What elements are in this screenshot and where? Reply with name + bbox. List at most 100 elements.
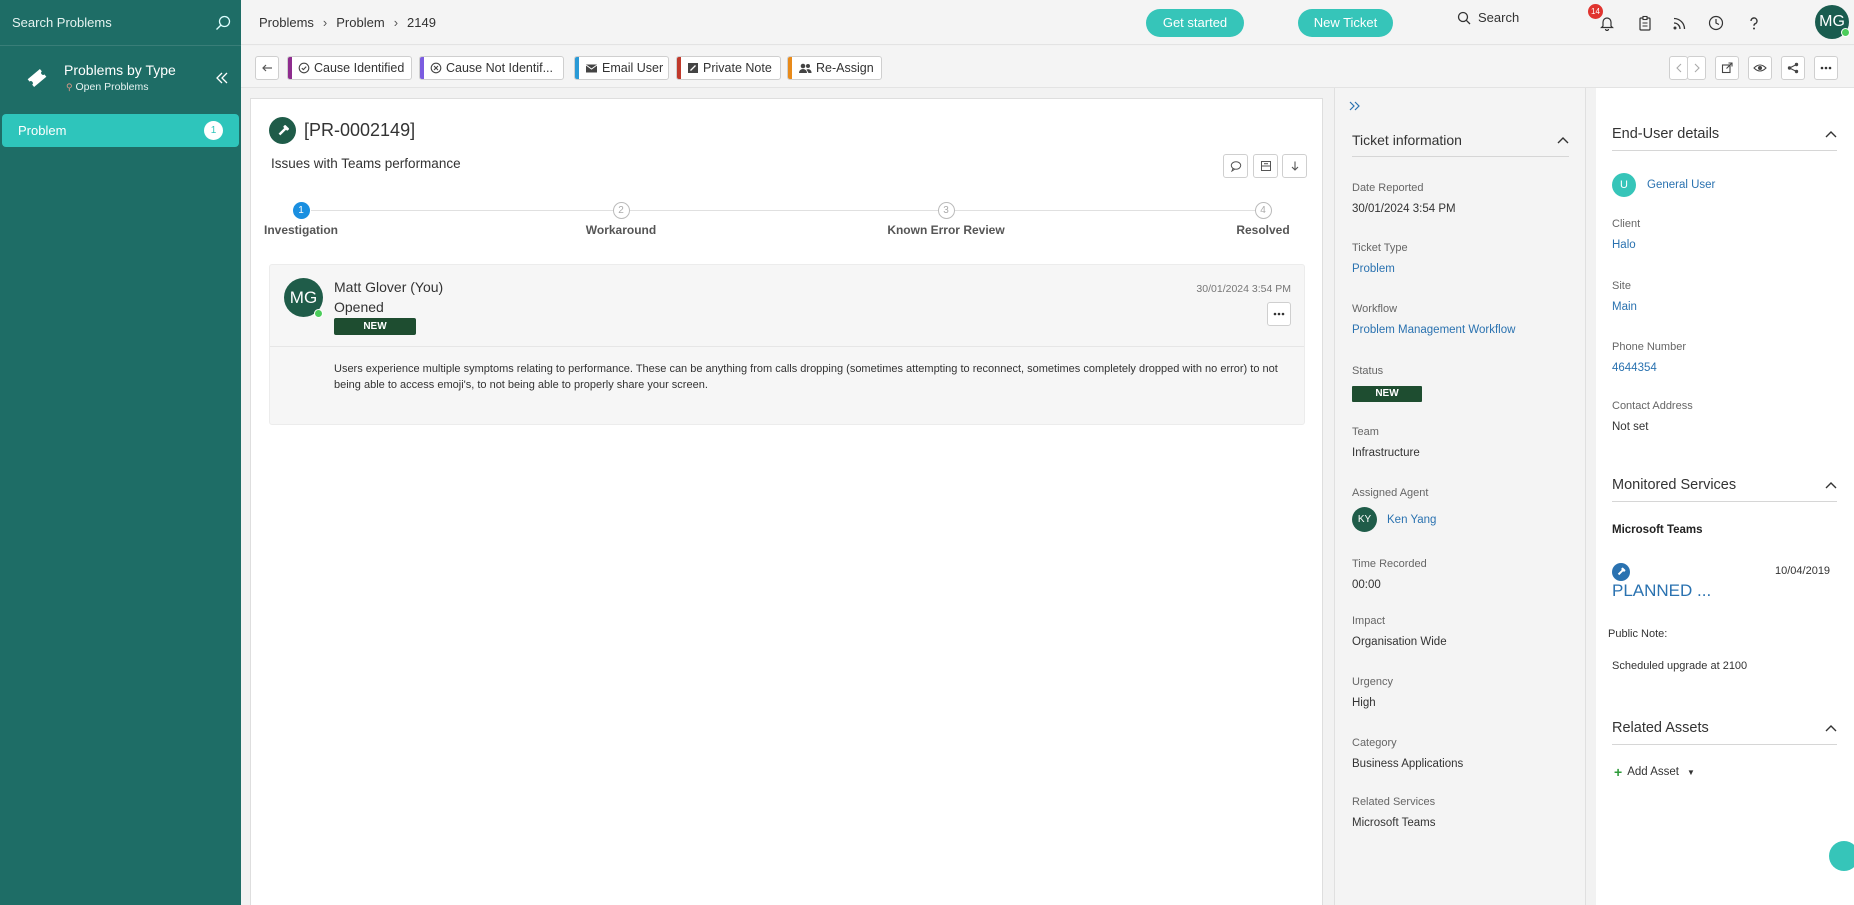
ticket-type-link[interactable]: Problem: [1352, 263, 1408, 275]
status-field: Status NEW: [1352, 365, 1422, 402]
step-investigation[interactable]: 1 Investigation: [261, 202, 341, 237]
team-field: Team Infrastructure: [1352, 426, 1420, 459]
divider: [270, 346, 1304, 347]
breadcrumb-problem[interactable]: Problem: [336, 15, 384, 30]
ellipsis-icon: [1273, 312, 1285, 316]
previous-ticket-button[interactable]: [1669, 56, 1688, 80]
get-started-button[interactable]: Get started: [1146, 9, 1244, 37]
chevron-up-icon[interactable]: [1825, 130, 1837, 138]
contact-address-value: Not set: [1612, 421, 1649, 433]
email-user-button[interactable]: Email User: [574, 56, 669, 80]
step-resolved[interactable]: 4 Resolved: [1228, 202, 1298, 237]
action-date: 30/01/2024 3:54 PM: [1196, 283, 1291, 295]
global-search[interactable]: Search: [1457, 10, 1519, 25]
status-badge: NEW: [334, 318, 416, 335]
end-user-header[interactable]: End-User details: [1612, 126, 1837, 151]
monitored-service-state[interactable]: PLANNED ...: [1612, 581, 1711, 601]
sidebar-item-problem[interactable]: Problem 1: [2, 114, 239, 147]
phone-link[interactable]: 4644354: [1612, 362, 1686, 374]
external-link-icon: [1721, 62, 1733, 74]
step-number: 4: [1254, 202, 1272, 219]
ticket-info-panel: Ticket information Date Reported 30/01/2…: [1334, 88, 1586, 905]
caret-down-icon: ▼: [1686, 767, 1695, 777]
share-button[interactable]: [1781, 56, 1805, 80]
step-label: Resolved: [1236, 223, 1290, 237]
sidebar-search-input[interactable]: Search Problems: [12, 15, 112, 30]
breadcrumb-ticket: 2149: [407, 14, 436, 30]
action-bar: Cause Identified Cause Not Identif... Em…: [241, 46, 1854, 88]
next-ticket-button[interactable]: [1687, 56, 1706, 80]
help-icon[interactable]: [1743, 12, 1765, 34]
time-recorded-value: 00:00: [1352, 579, 1381, 591]
cause-identified-label: Cause Identified: [314, 61, 405, 75]
back-button[interactable]: [255, 56, 279, 80]
online-status-dot: [1841, 28, 1850, 37]
agent-link[interactable]: Ken Yang: [1387, 514, 1436, 526]
online-status-dot: [314, 309, 323, 318]
more-options-button[interactable]: [1814, 56, 1838, 80]
watch-button[interactable]: [1748, 56, 1772, 80]
client-link[interactable]: Halo: [1612, 239, 1640, 251]
clipboard-icon[interactable]: [1634, 12, 1656, 34]
step-label: Known Error Review: [887, 223, 1005, 237]
sidebar-search[interactable]: Search Problems: [0, 0, 241, 45]
related-assets-header[interactable]: Related Assets: [1612, 720, 1837, 745]
progress-line: [311, 210, 1271, 211]
status-badge: NEW: [1352, 386, 1422, 402]
step-label: Investigation: [263, 223, 338, 237]
step-workaround[interactable]: 2 Workaround: [581, 202, 661, 237]
ticket-main-panel: [PR-0002149] Issues with Teams performan…: [250, 98, 1323, 905]
wrench-icon: [269, 117, 296, 144]
open-external-button[interactable]: [1715, 56, 1739, 80]
monitored-services-title: Monitored Services: [1612, 477, 1737, 493]
search-icon[interactable]: [215, 15, 231, 31]
sort-button[interactable]: [1282, 154, 1307, 178]
double-chevron-right-icon[interactable]: [1349, 101, 1361, 111]
email-user-label: Email User: [602, 61, 664, 75]
action-type: Opened: [334, 299, 384, 315]
cause-identified-button[interactable]: Cause Identified: [287, 56, 412, 80]
arrow-down-icon: [1289, 160, 1301, 172]
chevron-up-icon[interactable]: [1557, 136, 1569, 144]
related-assets-title: Related Assets: [1612, 720, 1709, 736]
pin-icon: ⚲: [66, 82, 73, 92]
step-number: 1: [292, 202, 310, 219]
ticket-header: [PR-0002149]: [269, 117, 415, 144]
color-bar: [420, 57, 424, 79]
cause-not-identified-button[interactable]: Cause Not Identif...: [419, 56, 564, 80]
monitored-services-header[interactable]: Monitored Services: [1612, 477, 1837, 502]
cause-not-identified-label: Cause Not Identif...: [446, 61, 554, 75]
speech-bubble-icon: [1230, 160, 1242, 172]
site-field: Site Main: [1612, 280, 1637, 313]
ticket-info-header[interactable]: Ticket information: [1352, 132, 1569, 157]
clock-icon[interactable]: [1705, 12, 1727, 34]
site-link[interactable]: Main: [1612, 301, 1637, 313]
step-known-error-review[interactable]: 3 Known Error Review: [886, 202, 1006, 237]
related-services-field: Related Services Microsoft Teams: [1352, 796, 1436, 829]
sidebar-subtitle: ⚲ Open Problems: [66, 81, 149, 93]
rss-feed-icon[interactable]: [1669, 12, 1691, 34]
action-menu-button[interactable]: [1267, 302, 1291, 326]
private-note-button[interactable]: Private Note: [676, 56, 781, 80]
action-feed-item: MG Matt Glover (You) Opened NEW 30/01/20…: [269, 264, 1305, 425]
new-ticket-button[interactable]: New Ticket: [1298, 9, 1393, 37]
add-asset-button[interactable]: + Add Asset ▼: [1614, 764, 1695, 780]
urgency-field: Urgency High: [1352, 676, 1393, 709]
search-icon: [1457, 11, 1471, 25]
collapse-view-button[interactable]: [1253, 154, 1278, 178]
reassign-button[interactable]: Re-Assign: [787, 56, 882, 80]
color-bar: [288, 57, 292, 79]
workflow-link[interactable]: Problem Management Workflow: [1352, 324, 1515, 336]
comment-button[interactable]: [1223, 154, 1248, 178]
breadcrumb-problems[interactable]: Problems: [259, 15, 314, 30]
chevron-up-icon[interactable]: [1825, 724, 1837, 732]
chat-widget-button[interactable]: [1829, 841, 1854, 871]
ticket-info-title: Ticket information: [1352, 132, 1462, 148]
related-services-value: Microsoft Teams: [1352, 817, 1436, 829]
top-bar: Problems › Problem › 2149 Get started Ne…: [241, 0, 1854, 45]
collapse-sidebar-icon[interactable]: [215, 71, 229, 85]
monitored-service-name: Microsoft Teams: [1612, 524, 1703, 536]
end-user-link[interactable]: General User: [1647, 179, 1715, 191]
client-field: Client Halo: [1612, 218, 1641, 251]
chevron-up-icon[interactable]: [1825, 481, 1837, 489]
